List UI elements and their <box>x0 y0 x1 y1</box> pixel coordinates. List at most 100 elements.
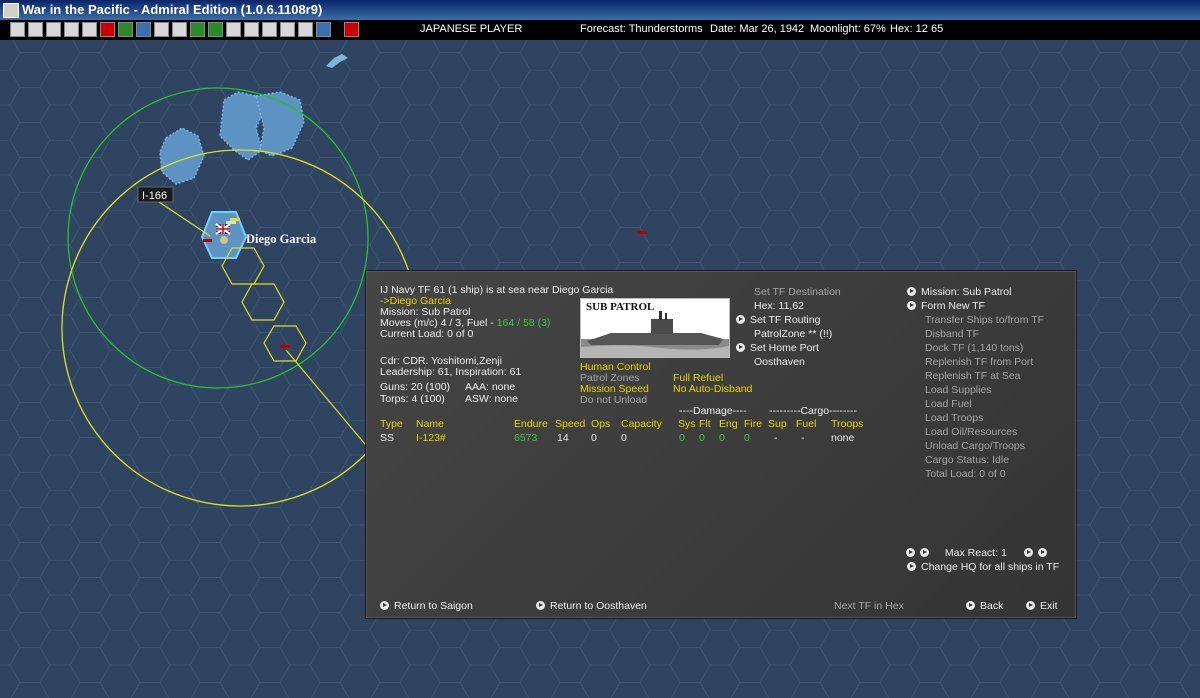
mission-button[interactable]: Mission: Sub Patrol <box>907 286 1011 299</box>
base-name[interactable]: Diego Garcia <box>246 232 317 246</box>
ship-eng: 0 <box>719 432 725 444</box>
weather-icon[interactable] <box>316 22 331 37</box>
col-sys: Sys <box>678 418 696 430</box>
replenish-port-item[interactable]: Replenish TF from Port <box>925 356 1033 369</box>
ship-name[interactable]: I-123# <box>416 432 446 445</box>
window-title: War in the Pacific - Admiral Edition (1.… <box>22 2 323 17</box>
arrow-icon <box>907 301 916 310</box>
toolbar: JAPANESE PLAYER Forecast: Thunderstorms … <box>0 20 1200 40</box>
air-unit-icon[interactable] <box>118 22 133 37</box>
refresh-icon[interactable] <box>262 22 277 37</box>
mission-image: SUB PATROL <box>580 298 730 358</box>
disband-tf-item[interactable]: Disband TF <box>925 328 979 341</box>
exit-label: Exit <box>1040 600 1058 612</box>
toolbar-icons <box>10 22 359 37</box>
forecast: Forecast: Thunderstorms <box>580 23 703 35</box>
message-icon[interactable] <box>64 22 79 37</box>
arrow-icon <box>907 562 916 571</box>
arrow-icon <box>380 601 389 610</box>
load-oil-item[interactable]: Load Oil/Resources <box>925 426 1017 439</box>
mission-button-label: Mission: Sub Patrol <box>921 286 1012 298</box>
exit-button[interactable]: Exit <box>1026 600 1058 613</box>
unit-info-icon[interactable] <box>82 22 97 37</box>
col-eng: Eng <box>719 418 738 430</box>
asw: ASW: none <box>465 393 518 405</box>
torps: Torps: 4 (100) <box>380 393 445 405</box>
unit-label-text: I-166 <box>142 190 167 202</box>
unload-cargo-item[interactable]: Unload Cargo/Troops <box>925 440 1025 453</box>
leadership: Leadership: 61, Inspiration: 61 <box>380 366 522 378</box>
list-icon[interactable] <box>28 22 43 37</box>
damage-group-header: ----Damage---- <box>679 405 747 417</box>
replenish-sea-item[interactable]: Replenish TF at Sea <box>925 370 1021 383</box>
last-icon[interactable] <box>1037 548 1047 557</box>
do-not-unload-option[interactable]: Do not Unload <box>580 394 647 407</box>
first-icon[interactable] <box>906 548 915 557</box>
arrow-icon <box>966 601 975 610</box>
date: Date: Mar 26, 1942 <box>710 23 805 35</box>
cargo-status: Cargo Status: Idle <box>925 454 1010 466</box>
orders-icon[interactable] <box>298 22 313 37</box>
tf-current-load: Current Load: 0 of 0 <box>380 328 474 340</box>
col-ops: Ops <box>591 418 611 430</box>
ship-flt: 0 <box>699 432 705 444</box>
ground-unit-icon[interactable] <box>208 22 223 37</box>
moonlight: Moonlight: 67% <box>810 23 886 35</box>
no-auto-disband-option[interactable]: No Auto-Disband <box>673 383 752 396</box>
load-troops-item[interactable]: Load Troops <box>925 412 983 425</box>
change-hq-label: Change HQ for all ships in TF <box>921 561 1060 573</box>
patrol-zone: PatrolZone ** (!!) <box>754 328 833 340</box>
increase-icon[interactable] <box>1023 548 1033 557</box>
ship-endure: 6573 <box>514 432 538 444</box>
ship-speed: 14 <box>557 432 569 444</box>
aircraft-icon[interactable] <box>136 22 151 37</box>
info-icon[interactable] <box>10 22 25 37</box>
load-supplies-item[interactable]: Load Supplies <box>925 384 992 397</box>
col-type: Type <box>380 418 403 430</box>
return-saigon-label: Return to Saigon <box>394 600 473 612</box>
max-react-control: Max React: 1 <box>906 547 1052 560</box>
back-label: Back <box>980 600 1004 612</box>
col-troops: Troops <box>831 418 864 430</box>
transfer-ships-item[interactable]: Transfer Ships to/from TF <box>925 314 1044 327</box>
arrow-icon <box>536 601 545 610</box>
col-speed: Speed <box>555 418 586 430</box>
return-saigon-button[interactable]: Return to Saigon <box>380 600 473 613</box>
flag-icon[interactable] <box>154 22 169 37</box>
globe-icon[interactable] <box>244 22 259 37</box>
set-tf-routing-button[interactable]: Set TF Routing <box>736 314 820 327</box>
return-oosthaven-label: Return to Oosthaven <box>550 600 647 612</box>
convoy-icon[interactable] <box>226 22 241 37</box>
col-capacity: Capacity <box>621 418 662 430</box>
set-home-port-label: Set Home Port <box>750 342 819 354</box>
hex-coordinate: Hex: 12 65 <box>890 23 944 35</box>
report-icon[interactable] <box>46 22 61 37</box>
return-oosthaven-button[interactable]: Return to Oosthaven <box>536 600 647 613</box>
col-sup: Sup <box>768 418 787 430</box>
player-side: JAPANESE PLAYER <box>420 23 523 35</box>
ship-type: SS <box>380 432 395 444</box>
form-new-tf-button[interactable]: Form New TF <box>907 300 985 313</box>
set-home-port-button[interactable]: Set Home Port <box>736 342 819 355</box>
task-force-icon[interactable] <box>190 22 205 37</box>
ship-icon[interactable] <box>172 22 187 37</box>
cargo-group-header: ---------Cargo-------- <box>769 405 858 417</box>
dock-tf-item[interactable]: Dock TF (1,140 tons) <box>925 342 1023 355</box>
destination-hex: Hex: 11,62 <box>754 300 805 312</box>
mission-image-label: SUB PATROL <box>586 301 655 313</box>
options-icon[interactable] <box>280 22 295 37</box>
unit-label[interactable]: I-166 <box>137 186 174 203</box>
col-fire: Fire <box>744 418 763 430</box>
col-fuel: Fuel <box>796 418 817 430</box>
ship-sys: 0 <box>679 432 685 444</box>
decrease-icon[interactable] <box>920 548 929 557</box>
end-turn-icon[interactable] <box>344 22 359 37</box>
ship-sup: - <box>774 432 778 444</box>
change-hq-button[interactable]: Change HQ for all ships in TF <box>907 561 1059 574</box>
ship-troops: none <box>831 432 855 444</box>
back-button[interactable]: Back <box>966 600 1003 613</box>
next-tf-button[interactable]: Next TF in Hex <box>834 600 904 613</box>
rising-sun-icon[interactable] <box>100 22 115 37</box>
load-fuel-item[interactable]: Load Fuel <box>925 398 972 411</box>
set-tf-routing-label: Set TF Routing <box>750 314 821 326</box>
